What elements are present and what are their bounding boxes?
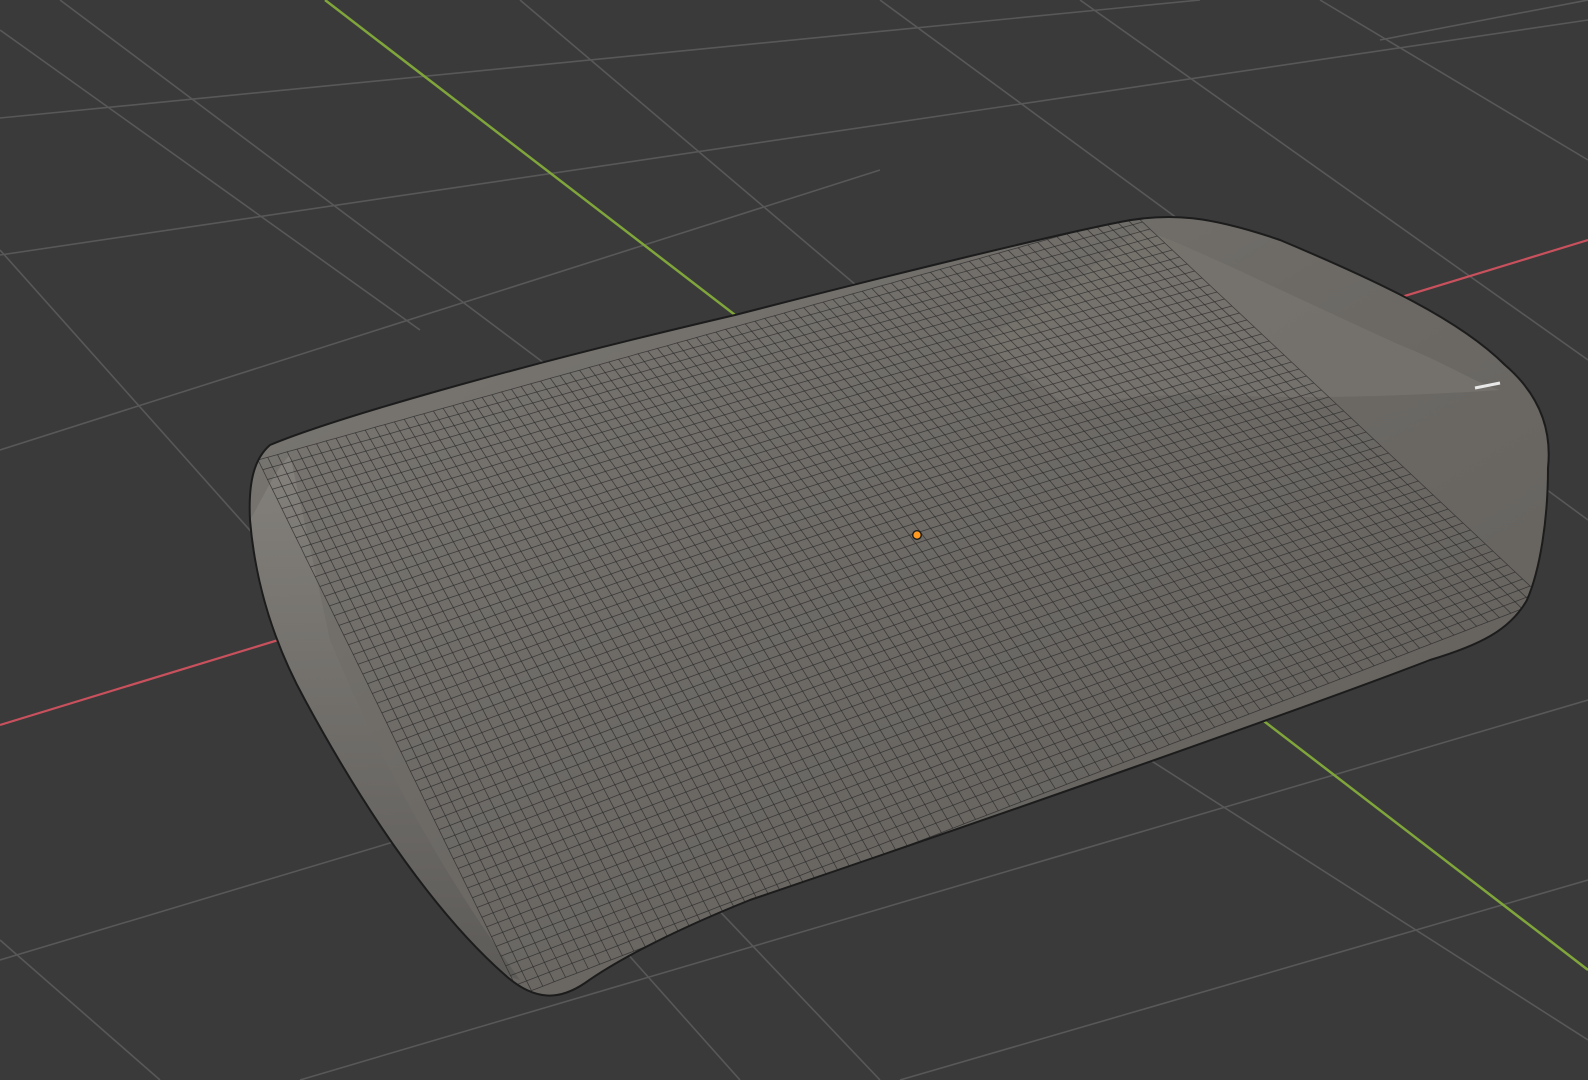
grid-line xyxy=(0,19,1588,256)
grid-line xyxy=(0,939,161,1080)
grid-line xyxy=(899,879,1588,1080)
grid-line xyxy=(0,29,421,331)
3d-viewport[interactable] xyxy=(0,0,1588,1080)
origin-dot[interactable] xyxy=(912,530,922,540)
sculpt-mesh[interactable] xyxy=(248,215,1550,997)
grid-line xyxy=(1379,0,1588,41)
grid-line xyxy=(1319,0,1588,161)
grid-line xyxy=(59,0,621,421)
grid-line xyxy=(0,0,1201,119)
viewport-canvas[interactable] xyxy=(0,0,1588,1080)
